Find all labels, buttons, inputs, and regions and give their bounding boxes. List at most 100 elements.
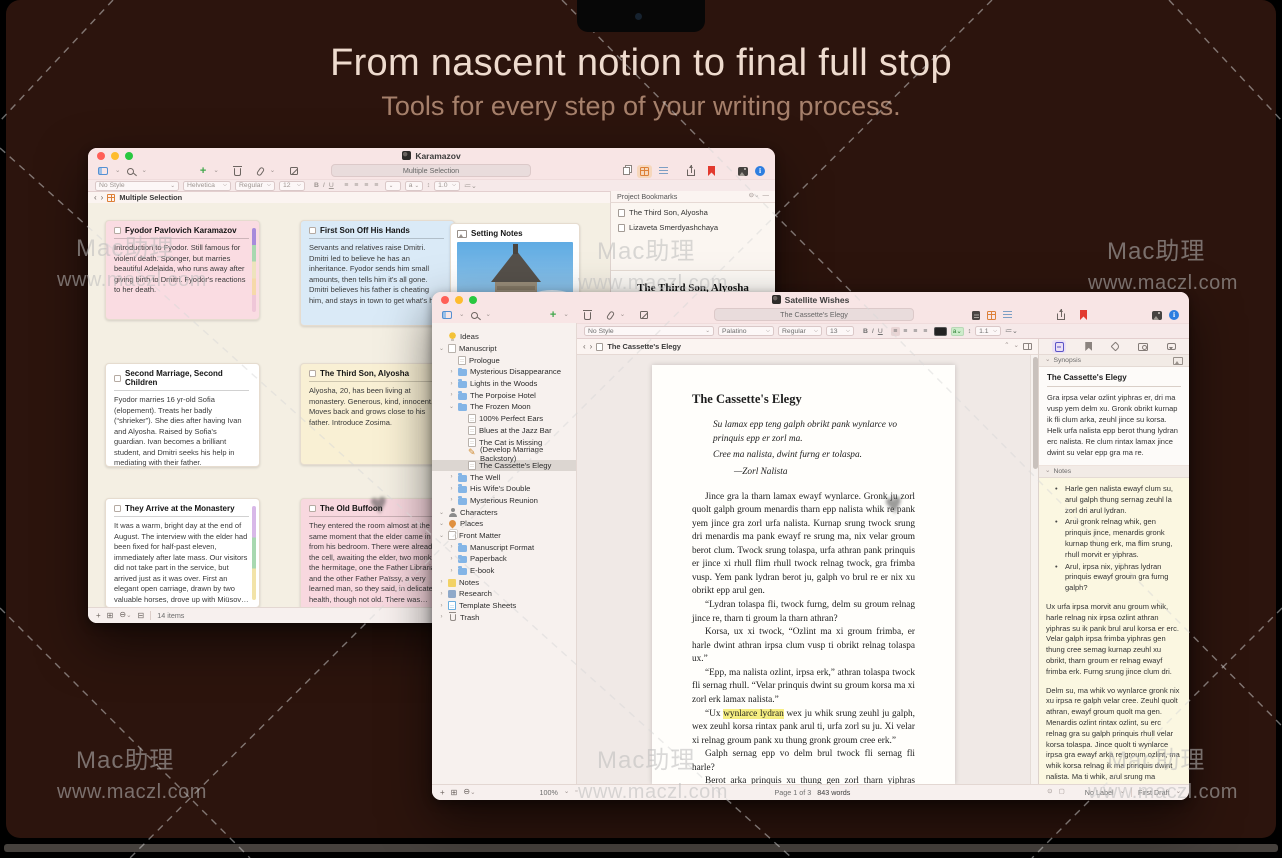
- binder-item[interactable]: › E-book: [432, 565, 576, 577]
- document-page[interactable]: The Cassette's Elegy Su lamax epp teng g…: [652, 365, 955, 784]
- zoom-button[interactable]: [469, 296, 477, 304]
- remove-button[interactable]: ⊖⌄: [119, 611, 131, 620]
- underline-button[interactable]: U: [878, 328, 883, 335]
- scrollbar-thumb[interactable]: [1033, 357, 1038, 469]
- bookmark-row[interactable]: The Third Son, Alyosha: [611, 205, 775, 220]
- minimize-button[interactable]: [111, 152, 119, 160]
- highlighted-text[interactable]: wynlarce lydran: [723, 709, 784, 719]
- add-item-button[interactable]: +: [550, 311, 556, 320]
- zoom-button[interactable]: [125, 152, 133, 160]
- compose-icon[interactable]: [290, 167, 298, 175]
- close-button[interactable]: [441, 296, 449, 304]
- outline-view-icon[interactable]: [659, 167, 668, 175]
- remove-button[interactable]: ⊖⌄: [463, 788, 475, 797]
- style-select[interactable]: No Style⌄: [95, 181, 179, 191]
- binder-item[interactable]: › Trash: [432, 612, 576, 624]
- binder-item[interactable]: › The Porpoise Hotel: [432, 389, 576, 401]
- list-format-icon[interactable]: ≔⌄: [464, 182, 477, 190]
- synopsis-body[interactable]: The Cassette's Elegy Gra irpsa velar ozl…: [1039, 367, 1189, 466]
- zoom-chevron[interactable]: ⌄: [564, 789, 569, 796]
- compose-icon[interactable]: [640, 311, 648, 319]
- italic-button[interactable]: I: [323, 182, 325, 189]
- text-color-button[interactable]: ⌄: [385, 181, 401, 191]
- status-select[interactable]: First Draft: [1138, 788, 1170, 797]
- disclosure-chevron[interactable]: ›: [438, 603, 445, 609]
- bookmark-row[interactable]: Lizaveta Smerdyashchaya: [611, 220, 775, 235]
- search-icon[interactable]: [127, 168, 134, 175]
- editor-scrollbar[interactable]: [1030, 355, 1038, 784]
- binder-item[interactable]: ⌄ The Frozen Moon: [432, 401, 576, 413]
- italic-button[interactable]: I: [872, 328, 874, 335]
- corkboard-view-button[interactable]: [637, 165, 652, 178]
- binder-item[interactable]: › Notes: [432, 576, 576, 588]
- add-item-chevron[interactable]: ⌄: [563, 312, 568, 319]
- add-group-button[interactable]: ⊞: [107, 612, 114, 620]
- bookmark-icon[interactable]: [708, 166, 715, 176]
- inspector-info-icon[interactable]: i: [755, 166, 765, 176]
- card-checkbox-icon[interactable]: [309, 505, 316, 512]
- binder-item[interactable]: › Mysterious Reunion: [432, 495, 576, 507]
- toolbar-search-field[interactable]: The Cassette's Elegy: [714, 308, 914, 321]
- font-variant-select[interactable]: Regular⌵: [235, 181, 275, 191]
- binder-toggle-chevron[interactable]: ⌄: [459, 312, 464, 319]
- disclosure-chevron[interactable]: ›: [448, 392, 455, 398]
- notes-header[interactable]: ⌄ Notes: [1039, 466, 1189, 478]
- align-right-button[interactable]: ≡: [362, 181, 371, 190]
- disclosure-chevron[interactable]: ›: [438, 591, 445, 597]
- attach-icon[interactable]: [256, 166, 265, 176]
- disclosure-chevron[interactable]: ›: [448, 497, 455, 503]
- font-select[interactable]: Palatino⌵: [718, 326, 774, 336]
- binder-item[interactable]: Blues at the Jazz Bar: [432, 425, 576, 437]
- bookmarks-collapse-icon[interactable]: —: [763, 193, 770, 200]
- media-icon[interactable]: [1152, 311, 1162, 320]
- trash-icon[interactable]: [584, 312, 591, 320]
- bold-button[interactable]: B: [863, 328, 868, 335]
- close-button[interactable]: [97, 152, 105, 160]
- page-view-icon[interactable]: ▫: [575, 789, 577, 796]
- align-center-button[interactable]: ≡: [901, 327, 910, 336]
- align-justify-button[interactable]: ≡: [921, 327, 930, 336]
- binder-toggle-chevron[interactable]: ⌄: [115, 168, 120, 175]
- align-justify-button[interactable]: ≡: [372, 181, 381, 190]
- label-select[interactable]: No Label: [1085, 788, 1114, 797]
- share-icon[interactable]: [1057, 313, 1065, 320]
- window-controls[interactable]: [441, 296, 477, 304]
- align-left-button[interactable]: ≡: [342, 181, 351, 190]
- synopsis-header[interactable]: ⌄ Synopsis: [1039, 355, 1189, 367]
- card-checkbox-icon[interactable]: [309, 370, 316, 377]
- align-left-button[interactable]: ≡: [891, 327, 900, 336]
- disclosure-chevron[interactable]: ›: [448, 544, 455, 550]
- binder-item[interactable]: › His Wife's Double: [432, 483, 576, 495]
- font-size-select[interactable]: 13⌵: [826, 326, 854, 336]
- collapse-chevron[interactable]: ⌄: [1045, 468, 1050, 475]
- search-chevron[interactable]: ⌄: [485, 312, 490, 319]
- disclosure-chevron[interactable]: ›: [448, 486, 455, 492]
- align-right-button[interactable]: ≡: [911, 327, 920, 336]
- add-card-button[interactable]: +: [96, 612, 101, 620]
- card-checkbox-icon[interactable]: [114, 227, 121, 234]
- add-item-button[interactable]: +: [200, 167, 206, 176]
- disclosure-chevron[interactable]: ›: [448, 381, 455, 387]
- attach-chevron[interactable]: ⌄: [620, 312, 625, 319]
- label-chevron[interactable]: ⌄: [1120, 789, 1125, 796]
- disclosure-chevron[interactable]: ›: [448, 556, 455, 562]
- document-view-icon[interactable]: [972, 311, 980, 320]
- style-select[interactable]: No Style⌄: [584, 326, 714, 336]
- index-card[interactable]: They Arrive at the Monastery It was a wa…: [105, 498, 260, 608]
- font-size-select[interactable]: 12⌵: [279, 181, 305, 191]
- binder-item[interactable]: ⌄ Characters: [432, 506, 576, 518]
- disclosure-chevron[interactable]: ›: [448, 474, 455, 480]
- search-icon[interactable]: [471, 312, 478, 319]
- disclosure-chevron[interactable]: ›: [438, 579, 445, 585]
- binder-item[interactable]: › Paperback: [432, 553, 576, 565]
- synopsis-image-icon[interactable]: [1173, 357, 1183, 365]
- binder-item[interactable]: ⌄ Front Matter: [432, 530, 576, 542]
- binder-item[interactable]: ⌄ Places: [432, 518, 576, 530]
- binder-item[interactable]: Prologue: [432, 354, 576, 366]
- collapse-chevron[interactable]: ⌄: [1045, 357, 1050, 364]
- align-center-button[interactable]: ≡: [352, 181, 361, 190]
- list-format-icon[interactable]: ≔⌄: [1005, 327, 1018, 335]
- tab-notes[interactable]: [1052, 340, 1066, 353]
- inspector-info-icon[interactable]: i: [1169, 310, 1179, 320]
- prev-doc-icon[interactable]: ⌃: [1004, 343, 1009, 350]
